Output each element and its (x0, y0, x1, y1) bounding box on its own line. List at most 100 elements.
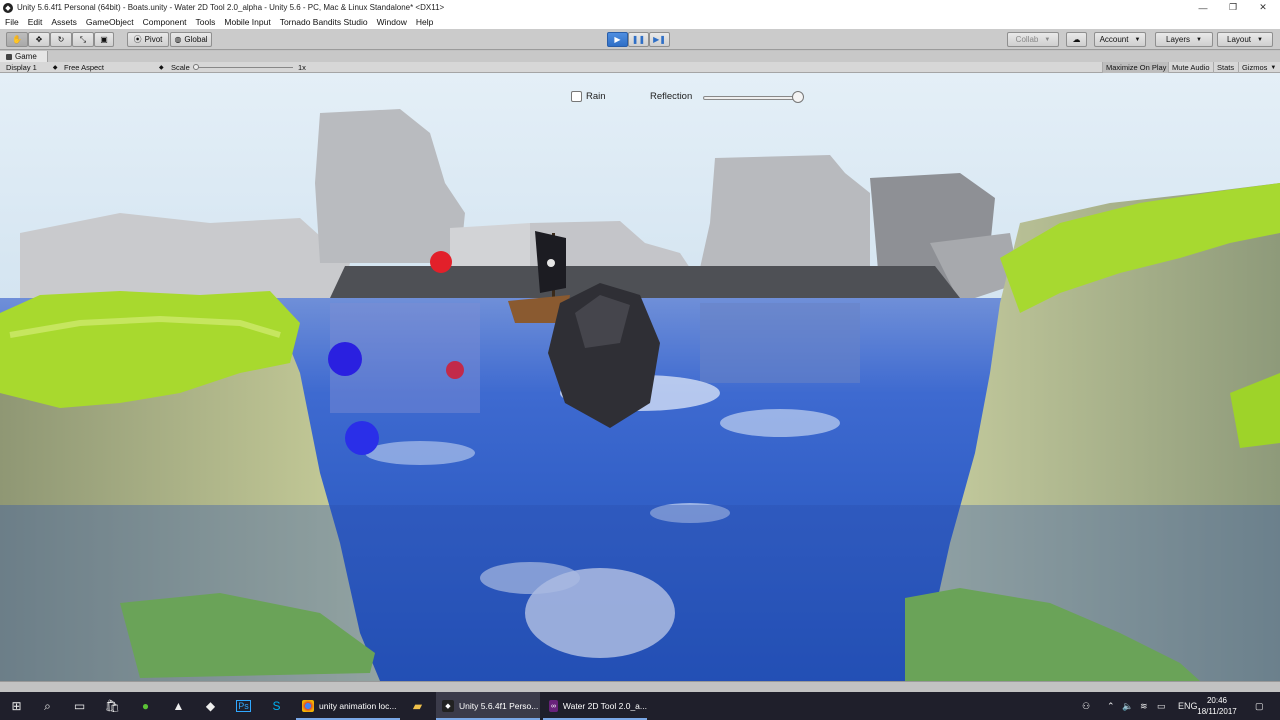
file-explorer-button[interactable]: ▰ (401, 692, 434, 720)
people-icon[interactable]: ⚇ (1082, 692, 1090, 720)
display-dropdown[interactable]: Display 1 ◆ (6, 62, 57, 73)
search-button[interactable]: ⌕ (31, 692, 64, 720)
close-button[interactable]: ✕ (1246, 0, 1280, 15)
windows-start-button[interactable]: ⊞ (0, 692, 33, 720)
taskbar: ⊞ ⌕ ▭ 🛍 ● ▲ ◆ Ps S unity animation loc..… (0, 692, 1280, 720)
scale-tool-button[interactable]: ⤡ (72, 32, 94, 47)
game-tab-bar: Game (0, 51, 1280, 62)
wifi-icon[interactable]: ≋ (1140, 692, 1148, 720)
account-label: Account (1099, 35, 1129, 44)
photoshop-button[interactable]: Ps (227, 692, 260, 720)
move-tool-button[interactable]: ✥ (28, 32, 50, 47)
hand-icon: ✋ (12, 35, 22, 44)
maximize-on-play-toggle[interactable]: Maximize On Play (1102, 62, 1170, 73)
gizmos-dropdown[interactable]: Gizmos ▼ (1238, 62, 1279, 73)
scale-value: 1x (298, 63, 306, 72)
status-bar (0, 681, 1280, 692)
aspect-dropdown[interactable]: Free Aspect ◆ (64, 62, 164, 73)
menu-edit[interactable]: Edit (28, 17, 43, 27)
game-app-icon: ▲ (172, 699, 185, 713)
chevron-down-icon: ▼ (1044, 36, 1051, 43)
battery-icon[interactable]: ▭ (1157, 692, 1166, 720)
scale-label: Scale (171, 63, 190, 72)
layers-dropdown[interactable]: Layers ▼ (1155, 32, 1213, 47)
chrome-icon (302, 700, 314, 712)
rain-checkbox[interactable] (571, 91, 582, 102)
skype-button[interactable]: S (260, 692, 293, 720)
reflection-slider[interactable] (703, 96, 803, 100)
mute-audio-toggle[interactable]: Mute Audio (1168, 62, 1213, 73)
store-button[interactable]: 🛍 (96, 692, 129, 720)
layout-label: Layout (1227, 35, 1252, 44)
scale-slider-knob[interactable] (193, 64, 199, 70)
chevron-down-icon: ▼ (1257, 36, 1263, 43)
game-view-options-bar: Display 1 ◆ Free Aspect ◆ Scale 1x Maxim… (0, 62, 1280, 73)
clock-time: 20:46 (1206, 696, 1228, 705)
cloud-button[interactable]: ☁ (1066, 32, 1087, 47)
photoshop-icon: Ps (236, 700, 251, 712)
minimize-button[interactable]: — (1186, 0, 1220, 15)
menu-help[interactable]: Help (416, 17, 433, 27)
collab-label: Collab (1015, 35, 1039, 44)
clock[interactable]: 20:46 18/11/2017 (1194, 695, 1240, 717)
taskbar-app-label: Unity 5.6.4f1 Perso... (459, 701, 539, 711)
menu-assets[interactable]: Assets (51, 17, 77, 27)
pinned-app-button[interactable]: ▲ (162, 692, 195, 720)
move-icon: ✥ (35, 35, 43, 44)
play-button[interactable]: ▶ (607, 32, 628, 47)
global-label: Global (184, 35, 208, 44)
pause-icon: ❚❚ (631, 35, 646, 44)
stats-toggle[interactable]: Stats (1213, 62, 1237, 73)
store-icon: 🛍 (104, 699, 121, 713)
scale-slider[interactable] (193, 67, 293, 68)
task-view-button[interactable]: ▭ (63, 692, 96, 720)
pinned-app-button[interactable]: ● (129, 692, 162, 720)
hand-tool-button[interactable]: ✋ (6, 32, 28, 47)
display-label: Display 1 (6, 63, 37, 72)
menu-tornado-bandits-studio[interactable]: Tornado Bandits Studio (280, 17, 368, 27)
chevron-down-icon: ▼ (1270, 64, 1277, 71)
taskbar-app-visual-studio[interactable]: ∞ Water 2D Tool 2.0_a... (543, 692, 647, 720)
collab-dropdown[interactable]: Collab ▼ (1007, 32, 1059, 47)
reflection-label: Reflection (650, 91, 693, 102)
menu-mobile-input[interactable]: Mobile Input (224, 17, 270, 27)
volume-icon[interactable]: 🔈 (1122, 692, 1133, 720)
pivot-toggle[interactable]: ⦿ Pivot (127, 32, 169, 47)
menu-file[interactable]: File (5, 17, 19, 27)
menu-component[interactable]: Component (143, 17, 187, 27)
rain-toggle[interactable]: Rain (571, 91, 606, 102)
taskbar-app-unity[interactable]: ◆ Unity 5.6.4f1 Perso... (436, 692, 540, 720)
task-view-icon: ▭ (73, 699, 86, 713)
step-button[interactable]: ▶❚ (649, 32, 670, 47)
taskbar-app-label: Water 2D Tool 2.0_a... (562, 701, 647, 711)
notifications-icon[interactable]: ▢ (1255, 692, 1264, 720)
game-view[interactable]: Rain Reflection (0, 73, 1280, 681)
menu-tools[interactable]: Tools (196, 17, 216, 27)
aspect-label: Free Aspect (64, 63, 105, 72)
layout-dropdown[interactable]: Layout ▼ (1217, 32, 1273, 47)
chevron-up-icon: ⌃ (1107, 700, 1115, 711)
pause-button[interactable]: ❚❚ (628, 32, 649, 47)
toolbar: ✋ ✥ ↻ ⤡ ▣ ⦿ Pivot ◍ Global ▶ ❚❚ ▶❚ Colla… (0, 29, 1280, 50)
windows-icon: ⊞ (11, 699, 22, 713)
unity-pinned-button[interactable]: ◆ (194, 692, 227, 720)
global-toggle[interactable]: ◍ Global (170, 32, 212, 47)
unity-logo-icon: ◆ (3, 2, 13, 13)
menu-window[interactable]: Window (377, 17, 407, 27)
tab-game[interactable]: Game (0, 51, 48, 62)
reflection-slider-knob[interactable] (792, 91, 804, 103)
restore-button[interactable]: ❐ (1216, 0, 1250, 15)
layers-label: Layers (1166, 35, 1191, 44)
cloud-icon: ☁ (1072, 35, 1081, 44)
menu-gameobject[interactable]: GameObject (86, 17, 134, 27)
account-dropdown[interactable]: Account ▼ (1094, 32, 1146, 47)
rect-tool-button[interactable]: ▣ (94, 32, 114, 47)
skype-icon: S (272, 699, 281, 713)
taskbar-app-chrome[interactable]: unity animation loc... (296, 692, 400, 720)
step-icon: ▶❚ (653, 35, 666, 44)
show-hidden-icons-button[interactable]: ⌃ (1107, 692, 1115, 720)
chevron-down-icon: ▼ (1196, 36, 1202, 43)
rotate-tool-button[interactable]: ↻ (50, 32, 72, 47)
globe-icon: ◍ (174, 35, 182, 44)
chevron-updown-icon: ◆ (159, 65, 164, 71)
